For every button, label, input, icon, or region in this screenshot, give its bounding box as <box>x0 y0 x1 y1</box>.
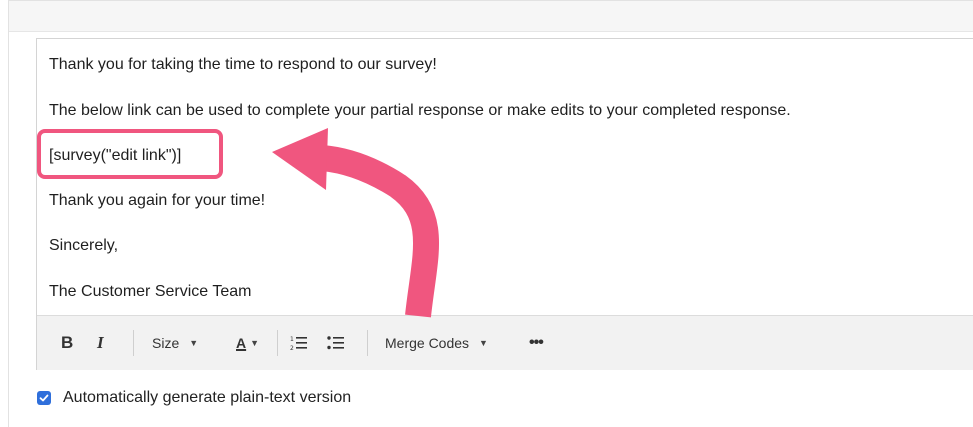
checkmark-icon <box>39 394 49 402</box>
italic-button[interactable]: I <box>97 316 104 370</box>
email-editor-panel: Thank you for taking the time to respond… <box>8 0 973 427</box>
merge-codes-label: Merge Codes <box>385 335 470 351</box>
panel-header-strip <box>9 1 973 32</box>
editor-toolbar: B I Size ▼ A ▼ 1 2 Merge Codes ▼ ••• <box>37 315 973 370</box>
text-color-icon: A <box>236 335 247 351</box>
auto-plaintext-checkbox[interactable] <box>37 391 51 405</box>
bold-button[interactable]: B <box>61 316 73 370</box>
bulleted-list-button[interactable] <box>327 316 345 370</box>
editor-line-signature: The Customer Service Team <box>49 283 252 300</box>
toolbar-divider <box>277 330 278 356</box>
svg-text:2: 2 <box>290 345 294 351</box>
editor-line-closing: Sincerely, <box>49 237 119 254</box>
chevron-down-icon: ▼ <box>479 338 488 348</box>
message-editor[interactable]: Thank you for taking the time to respond… <box>36 38 973 370</box>
font-size-dropdown[interactable]: Size ▼ <box>152 316 198 370</box>
ordered-list-button[interactable]: 1 2 <box>290 316 308 370</box>
text-color-dropdown[interactable]: A ▼ <box>236 316 259 370</box>
toolbar-divider <box>133 330 134 356</box>
ordered-list-icon: 1 2 <box>290 336 307 351</box>
editor-line-thanks: Thank you again for your time! <box>49 192 266 209</box>
toolbar-divider <box>367 330 368 356</box>
chevron-down-icon: ▼ <box>250 338 260 348</box>
auto-plaintext-label: Automatically generate plain-text versio… <box>63 389 352 406</box>
editor-line-greeting: Thank you for taking the time to respond… <box>49 56 437 73</box>
bulleted-list-icon <box>327 336 344 350</box>
chevron-down-icon: ▼ <box>189 338 199 348</box>
editor-content-area[interactable]: Thank you for taking the time to respond… <box>37 39 973 315</box>
more-options-button[interactable]: ••• <box>529 316 544 370</box>
merge-code-highlight-box <box>37 129 223 179</box>
font-size-label: Size <box>152 335 180 351</box>
editor-line-explanation: The below link can be used to complete y… <box>49 102 791 119</box>
merge-codes-dropdown[interactable]: Merge Codes ▼ <box>385 316 488 370</box>
svg-text:1: 1 <box>290 336 294 343</box>
auto-plaintext-option[interactable]: Automatically generate plain-text versio… <box>37 389 351 407</box>
